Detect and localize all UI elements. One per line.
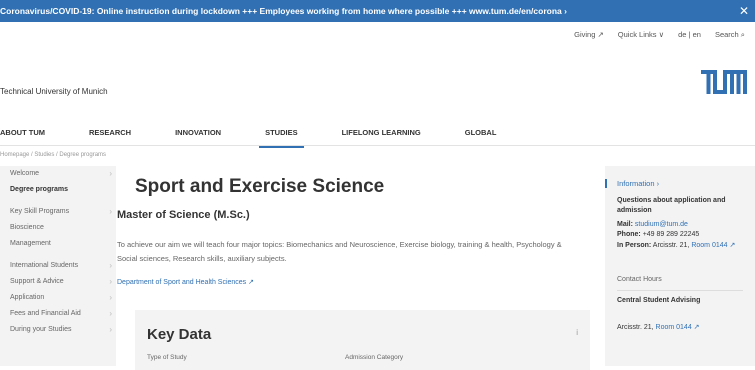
in-person-line: In Person: Arcisstr. 21, Room 0144 ↗: [617, 241, 753, 251]
type-of-study-label: Type of Study: [147, 354, 187, 361]
key-data-title: Key Data: [147, 326, 212, 343]
contact-hours-link[interactable]: Contact Hours: [617, 276, 662, 283]
university-name: Technical University of Munich: [0, 87, 108, 96]
mail-label: Mail:: [617, 221, 633, 228]
quick-links-dropdown[interactable]: Quick Links ∨: [618, 30, 664, 40]
sidebar-item-application[interactable]: Application ›: [0, 290, 116, 306]
sidebar: Welcome › Degree programs Key Skill Prog…: [0, 166, 116, 366]
chevron-right-icon: ›: [109, 293, 112, 302]
sidebar-item-degree-programs[interactable]: Degree programs: [0, 182, 116, 198]
mail-link[interactable]: studium@tum.de: [635, 221, 688, 228]
search-button[interactable]: Search ⌕: [715, 30, 745, 40]
chevron-right-icon: ›: [109, 277, 112, 286]
nav-lifelong-learning[interactable]: LIFELONG LEARNING: [342, 128, 421, 137]
nav-research[interactable]: RESEARCH: [89, 128, 131, 137]
department-link[interactable]: Department of Sport and Health Sciences …: [117, 278, 254, 286]
nav-global[interactable]: GLOBAL: [465, 128, 497, 137]
info-icon[interactable]: i: [576, 328, 578, 337]
central-room-link[interactable]: Room 0144 ↗: [656, 324, 700, 331]
sidebar-item-fees-financial-aid[interactable]: Fees and Financial Aid ›: [0, 306, 116, 322]
sidebar-item-welcome[interactable]: Welcome ›: [0, 166, 116, 182]
in-person-address: Arcisstr. 21,: [652, 242, 690, 249]
info-divider: [617, 290, 743, 291]
chevron-right-icon: ›: [109, 207, 112, 216]
breadcrumb[interactable]: Homepage / Studies / Degree programs: [0, 152, 106, 158]
phone-value: +49 89 289 22245: [642, 231, 700, 238]
sidebar-item-bioscience[interactable]: Bioscience: [0, 220, 116, 236]
chevron-right-icon: ›: [109, 309, 112, 318]
banner-text[interactable]: Coronavirus/COVID-19: Online instruction…: [0, 0, 567, 22]
key-data-box: Key Data i Type of Study Admission Categ…: [135, 310, 590, 370]
sidebar-item-label: Welcome: [10, 170, 40, 177]
tum-logo[interactable]: [701, 70, 747, 99]
degree-subtitle: Master of Science (M.Sc.): [117, 209, 250, 221]
central-advising-title: Central Student Advising: [617, 297, 701, 304]
sidebar-item-label: Degree programs: [10, 186, 68, 193]
giving-link[interactable]: Giving ↗: [574, 30, 604, 40]
chevron-right-icon: ›: [109, 169, 112, 178]
chevron-right-icon: ›: [109, 325, 112, 334]
admission-category-label: Admission Category: [345, 354, 404, 361]
page-title: Sport and Exercise Science: [135, 176, 385, 197]
sidebar-item-label: International Students: [10, 262, 79, 269]
phone-line: Phone: +49 89 289 22245: [617, 231, 699, 238]
sidebar-item-label: Bioscience: [10, 224, 44, 231]
corona-banner[interactable]: Coronavirus/COVID-19: Online instruction…: [0, 0, 755, 22]
tum-logo-icon: [701, 70, 747, 94]
nav-innovation[interactable]: INNOVATION: [175, 128, 221, 137]
close-icon[interactable]: ✕: [739, 0, 749, 22]
program-description: To achieve our aim we will teach four ma…: [117, 240, 562, 263]
sidebar-item-label: Support & Advice: [10, 278, 64, 285]
sidebar-item-during-studies[interactable]: During your Studies ›: [0, 322, 116, 338]
sidebar-item-key-skill-programs[interactable]: Key Skill Programs ›: [0, 204, 116, 220]
utility-nav: Giving ↗ Quick Links ∨ de | en Search ⌕: [574, 30, 745, 40]
sidebar-item-label: During your Studies: [10, 326, 72, 333]
in-person-label: In Person:: [617, 242, 652, 249]
sidebar-item-management[interactable]: Management: [0, 236, 116, 252]
sidebar-item-support-advice[interactable]: Support & Advice ›: [0, 274, 116, 290]
info-panel-title[interactable]: Information ›: [605, 179, 659, 188]
sidebar-item-label: Key Skill Programs: [10, 208, 70, 215]
nav-studies[interactable]: STUDIES: [259, 128, 304, 148]
room-link[interactable]: Room 0144 ↗: [691, 242, 735, 249]
nav-divider: [0, 145, 755, 146]
sidebar-item-label: Application: [10, 294, 45, 301]
mail-line: Mail: studium@tum.de: [617, 221, 688, 228]
nav-about[interactable]: ABOUT TUM: [0, 128, 45, 137]
main-nav: ABOUT TUM RESEARCH INNOVATION STUDIES LI…: [0, 128, 540, 148]
central-address: Arcisstr. 21,: [617, 324, 654, 331]
info-panel: Information › Questions about applicatio…: [605, 166, 755, 366]
sidebar-item-label: Management: [10, 240, 51, 247]
sidebar-item-label: Fees and Financial Aid: [10, 310, 81, 317]
central-advising-address: Arcisstr. 21, Room 0144 ↗: [617, 323, 700, 331]
phone-label: Phone:: [617, 231, 641, 238]
chevron-right-icon: ›: [109, 261, 112, 270]
sidebar-item-international-students[interactable]: International Students ›: [0, 258, 116, 274]
language-switch[interactable]: de | en: [678, 30, 701, 40]
admission-question: Questions about application and admissio…: [617, 197, 726, 214]
